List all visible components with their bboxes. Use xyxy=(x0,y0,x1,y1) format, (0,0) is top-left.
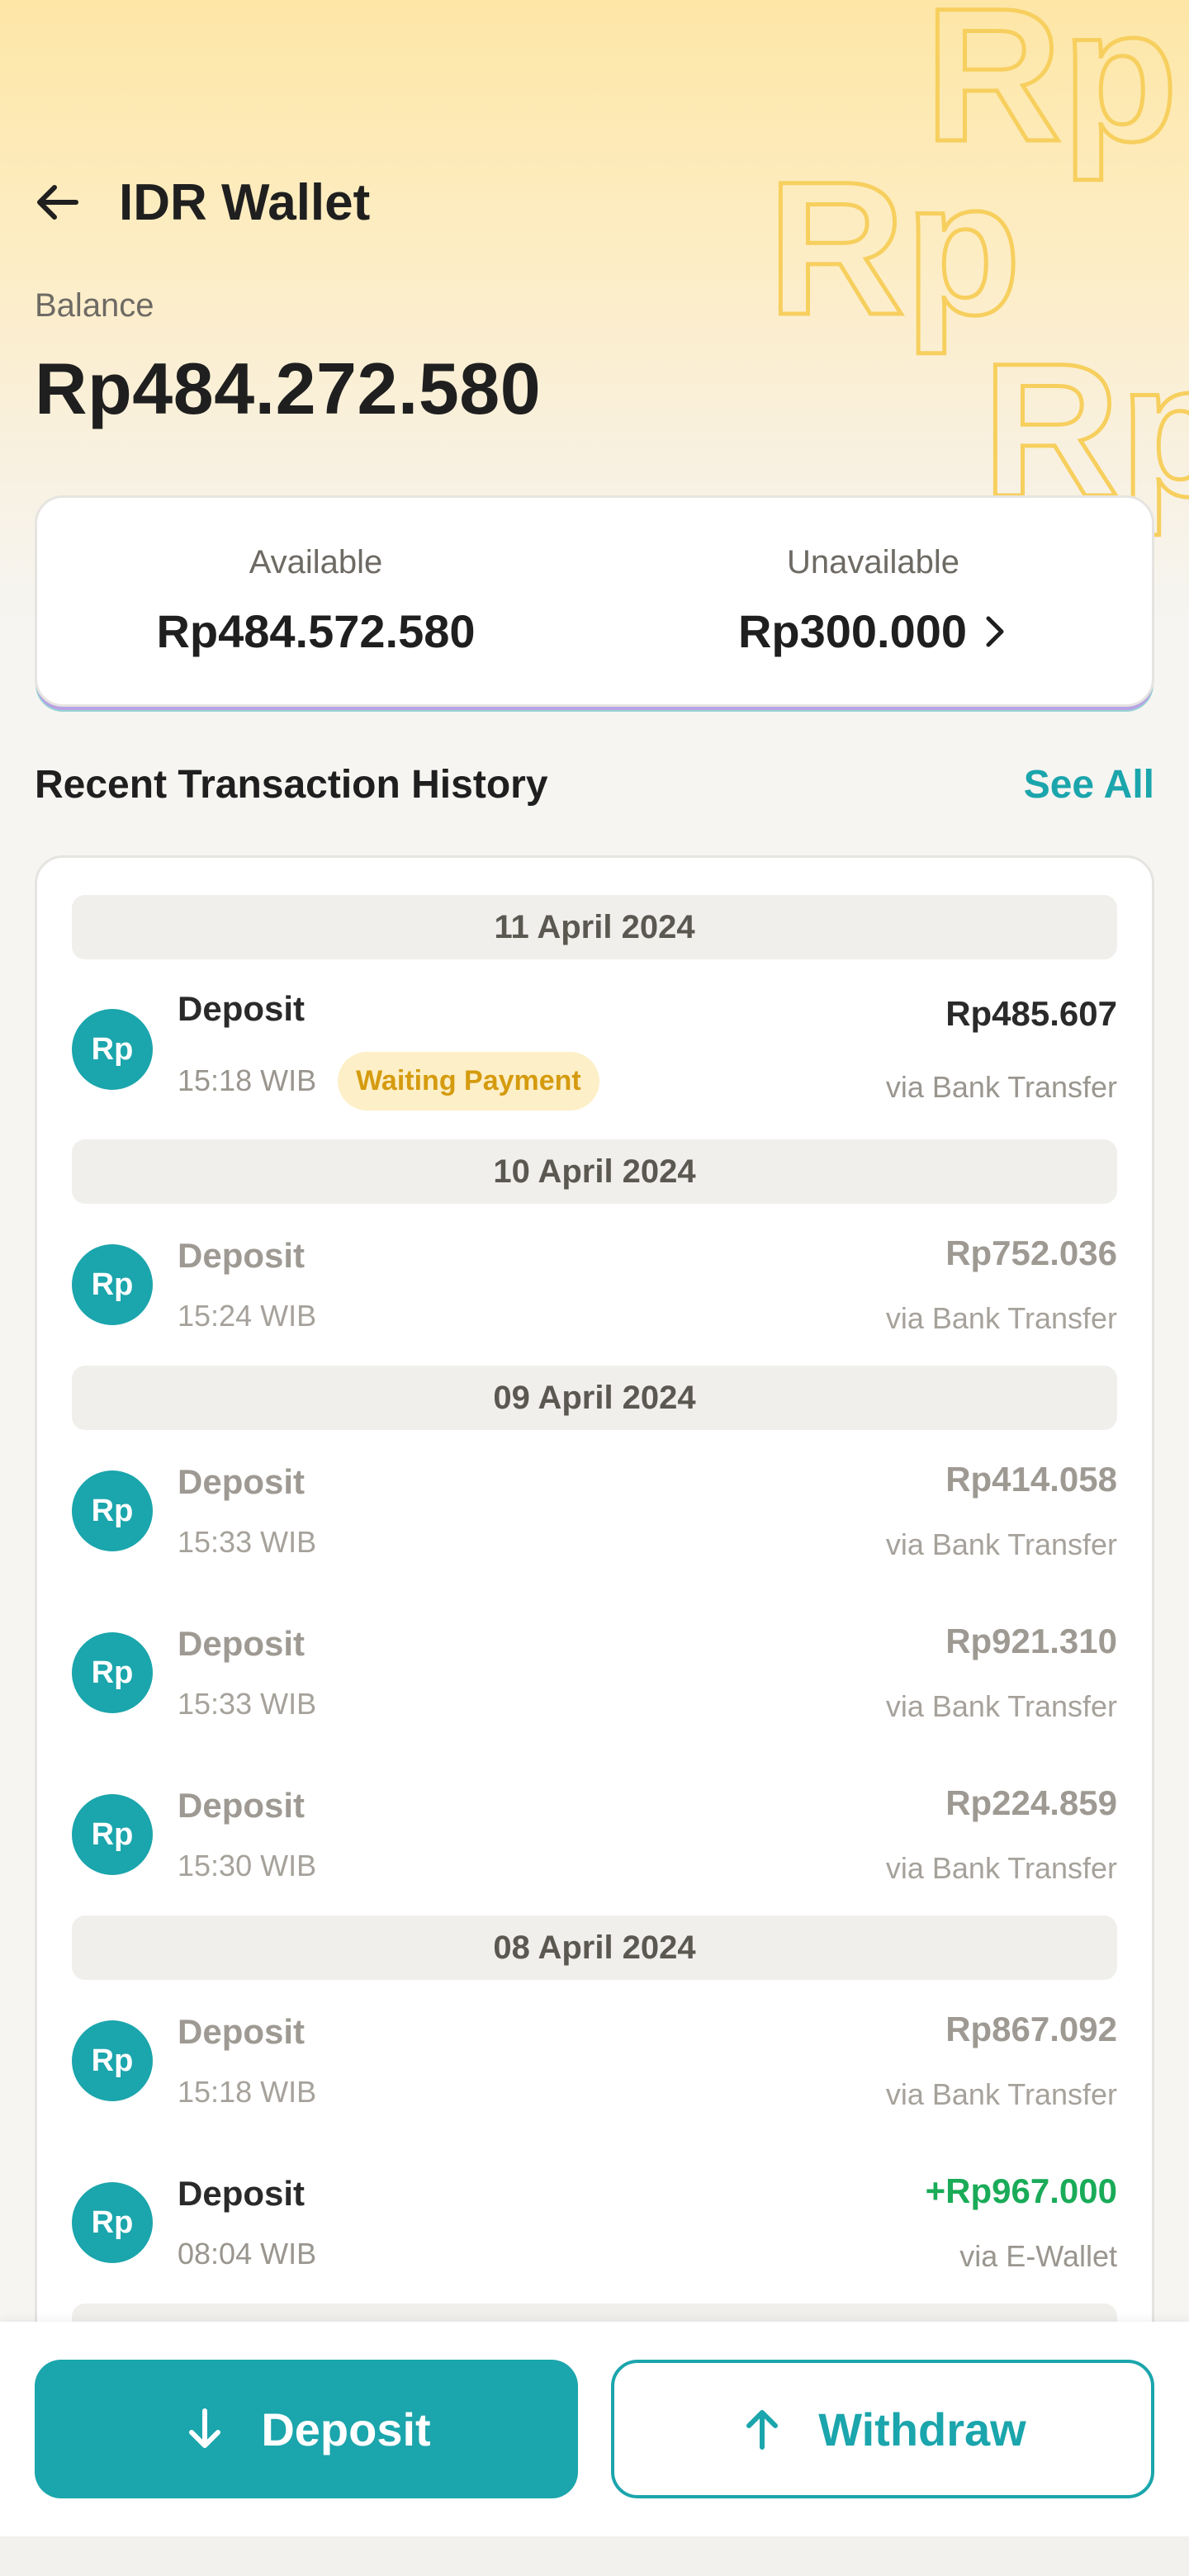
transaction-row[interactable]: Rp Deposit 15:18 WIB Waiting Payment Rp4… xyxy=(72,959,1117,1139)
date-header: 10 April 2024 xyxy=(72,1139,1117,1204)
transaction-time: 15:33 WIB xyxy=(178,1525,317,1559)
rp-avatar-icon: Rp xyxy=(72,1794,153,1875)
transaction-name: Deposit xyxy=(178,1624,306,1663)
transaction-method: via E-Wallet xyxy=(959,2239,1117,2273)
balance-value: Rp484.272.580 xyxy=(35,348,542,429)
date-header: 11 April 2024 xyxy=(72,895,1117,959)
arrow-down-icon xyxy=(182,2406,228,2452)
transaction-amount: Rp867.092 xyxy=(945,2010,1117,2048)
transaction-name: Deposit xyxy=(178,988,306,1028)
history-title: Recent Transaction History xyxy=(35,762,548,807)
unavailable-label: Unavailable xyxy=(786,544,960,580)
deposit-label: Deposit xyxy=(261,2403,431,2455)
available-value: Rp484.572.580 xyxy=(156,605,476,657)
transaction-method: via Bank Transfer xyxy=(885,1689,1117,1723)
unavailable-value: Rp300.000 xyxy=(737,605,968,657)
rp-avatar-icon: Rp xyxy=(72,2182,153,2263)
transaction-row[interactable]: Rp Deposit 15:24 WIB Rp752.036 via Bank … xyxy=(72,1204,1117,1366)
transaction-amount: Rp414.058 xyxy=(945,1460,1117,1499)
transaction-row[interactable]: Rp Deposit 15:33 WIB Rp921.310 via Bank … xyxy=(72,1592,1117,1754)
transaction-row[interactable]: Rp Deposit 15:33 WIB Rp414.058 via Bank … xyxy=(72,1430,1117,1592)
transaction-name: Deposit xyxy=(178,1462,306,1501)
rp-avatar-icon: Rp xyxy=(72,2020,153,2101)
balance-summary-card: Available Rp484.572.580 Unavailable Rp30… xyxy=(35,495,1154,707)
status-badge: Waiting Payment xyxy=(338,1051,599,1110)
transaction-name: Deposit xyxy=(178,1236,306,1275)
system-nav-area xyxy=(0,2536,1189,2576)
bottom-action-bar: Deposit Withdraw xyxy=(0,2322,1189,2536)
transaction-time: 15:18 WIB xyxy=(178,1063,317,1097)
transaction-amount: Rp485.607 xyxy=(945,994,1117,1033)
transaction-time: 15:33 WIB xyxy=(178,1687,317,1721)
rp-avatar-icon: Rp xyxy=(72,1009,153,1090)
transaction-row[interactable]: Rp Deposit 15:18 WIB Rp867.092 via Bank … xyxy=(72,1980,1117,2142)
transaction-method: via Bank Transfer xyxy=(885,1527,1117,1561)
transaction-amount: Rp224.859 xyxy=(945,1783,1117,1822)
top-bar: IDR Wallet xyxy=(33,165,370,239)
transaction-time: 08:04 WIB xyxy=(178,2237,317,2271)
see-all-link[interactable]: See All xyxy=(1024,762,1154,807)
transaction-method: via Bank Transfer xyxy=(885,1301,1117,1335)
transaction-method: via Bank Transfer xyxy=(885,1851,1117,1885)
arrow-left-icon xyxy=(37,185,78,220)
chevron-right-icon xyxy=(980,613,1008,650)
date-header: 09 April 2024 xyxy=(72,1366,1117,1430)
back-button[interactable] xyxy=(33,173,91,231)
transaction-method: via Bank Transfer xyxy=(885,1070,1117,1104)
transaction-method: via Bank Transfer xyxy=(885,2077,1117,2111)
svg-text:Rp: Rp xyxy=(768,142,1021,354)
page-title: IDR Wallet xyxy=(119,173,371,231)
deposit-button[interactable]: Deposit xyxy=(35,2360,578,2498)
date-header: 08 April 2024 xyxy=(72,1915,1117,1980)
available-balance: Available Rp484.572.580 xyxy=(37,498,594,704)
transaction-list: 11 April 2024 Rp Deposit 15:18 WIB Waiti… xyxy=(35,855,1154,2358)
history-header: Recent Transaction History See All xyxy=(35,751,1154,817)
transaction-name: Deposit xyxy=(178,1786,306,1825)
transaction-row[interactable]: Rp Deposit 15:30 WIB Rp224.859 via Bank … xyxy=(72,1754,1117,1915)
transaction-time: 15:18 WIB xyxy=(178,2075,317,2109)
withdraw-button[interactable]: Withdraw xyxy=(611,2360,1154,2498)
balance-label: Balance xyxy=(35,287,154,324)
rp-avatar-icon: Rp xyxy=(72,1244,153,1325)
arrow-up-icon xyxy=(739,2406,785,2452)
rp-avatar-icon: Rp xyxy=(72,1632,153,1713)
withdraw-label: Withdraw xyxy=(818,2403,1026,2455)
unavailable-balance[interactable]: Unavailable Rp300.000 xyxy=(594,498,1152,704)
transaction-time: 15:24 WIB xyxy=(178,1299,317,1333)
transaction-amount: Rp752.036 xyxy=(945,1234,1117,1272)
transaction-time: 15:30 WIB xyxy=(178,1849,317,1882)
transaction-name: Deposit xyxy=(178,2174,306,2213)
unavailable-value-row: Rp300.000 xyxy=(738,604,1008,658)
available-label: Available xyxy=(249,544,383,580)
transaction-amount: +Rp967.000 xyxy=(925,2171,1117,2210)
rp-avatar-icon: Rp xyxy=(72,1470,153,1551)
transaction-row[interactable]: Rp Deposit 08:04 WIB +Rp967.000 via E-Wa… xyxy=(72,2142,1117,2304)
transaction-name: Deposit xyxy=(178,2012,306,2051)
transaction-amount: Rp921.310 xyxy=(945,1622,1117,1660)
